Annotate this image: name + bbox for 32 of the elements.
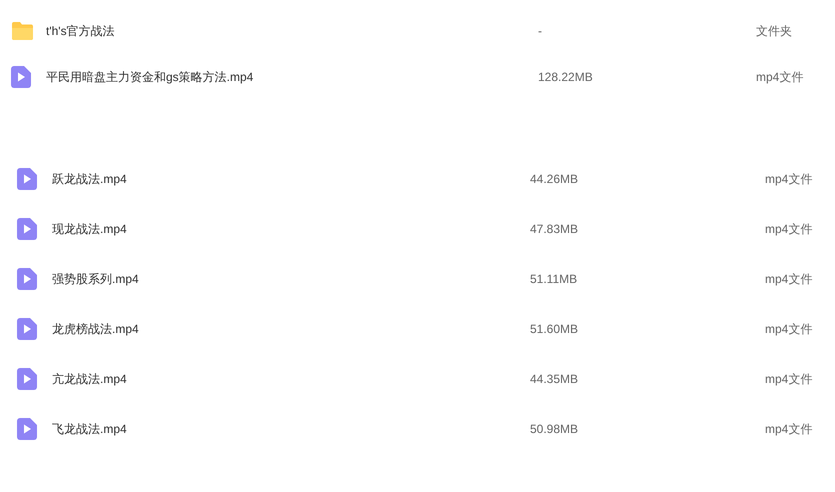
file-type: mp4文件 <box>765 321 812 338</box>
file-type: mp4文件 <box>765 171 812 188</box>
file-size: 44.35MB <box>530 372 578 386</box>
folder-icon <box>11 21 34 41</box>
file-type: 文件夹 <box>756 23 792 40</box>
file-name[interactable]: 飞龙战法.mp4 <box>52 422 127 436</box>
video-file-icon <box>17 168 37 190</box>
file-name[interactable]: t'h's官方战法 <box>46 24 115 38</box>
file-name[interactable]: 平民用暗盘主力资金和gs策略方法.mp4 <box>46 70 254 84</box>
video-file-icon <box>11 66 31 88</box>
file-size: 128.22MB <box>538 70 593 84</box>
file-size: 51.60MB <box>530 322 578 336</box>
video-file-icon <box>17 218 37 240</box>
file-name[interactable]: 龙虎榜战法.mp4 <box>52 322 139 336</box>
file-type: mp4文件 <box>765 271 812 288</box>
file-type: mp4文件 <box>765 421 812 438</box>
file-size: 51.11MB <box>530 272 578 286</box>
file-name[interactable]: 跃龙战法.mp4 <box>52 172 127 186</box>
file-size: 50.98MB <box>530 422 578 436</box>
file-type: mp4文件 <box>756 69 804 86</box>
file-type: mp4文件 <box>765 221 812 238</box>
file-type: mp4文件 <box>765 371 812 388</box>
video-file-icon <box>17 268 37 290</box>
file-name[interactable]: 亢龙战法.mp4 <box>52 372 127 386</box>
video-file-icon <box>17 418 37 440</box>
video-file-icon <box>17 318 37 340</box>
file-name[interactable]: 现龙战法.mp4 <box>52 222 127 236</box>
file-size: - <box>538 24 542 38</box>
file-name[interactable]: 强势股系列.mp4 <box>52 272 139 286</box>
video-file-icon <box>17 368 37 390</box>
file-size: 47.83MB <box>530 222 578 236</box>
file-size: 44.26MB <box>530 172 578 186</box>
